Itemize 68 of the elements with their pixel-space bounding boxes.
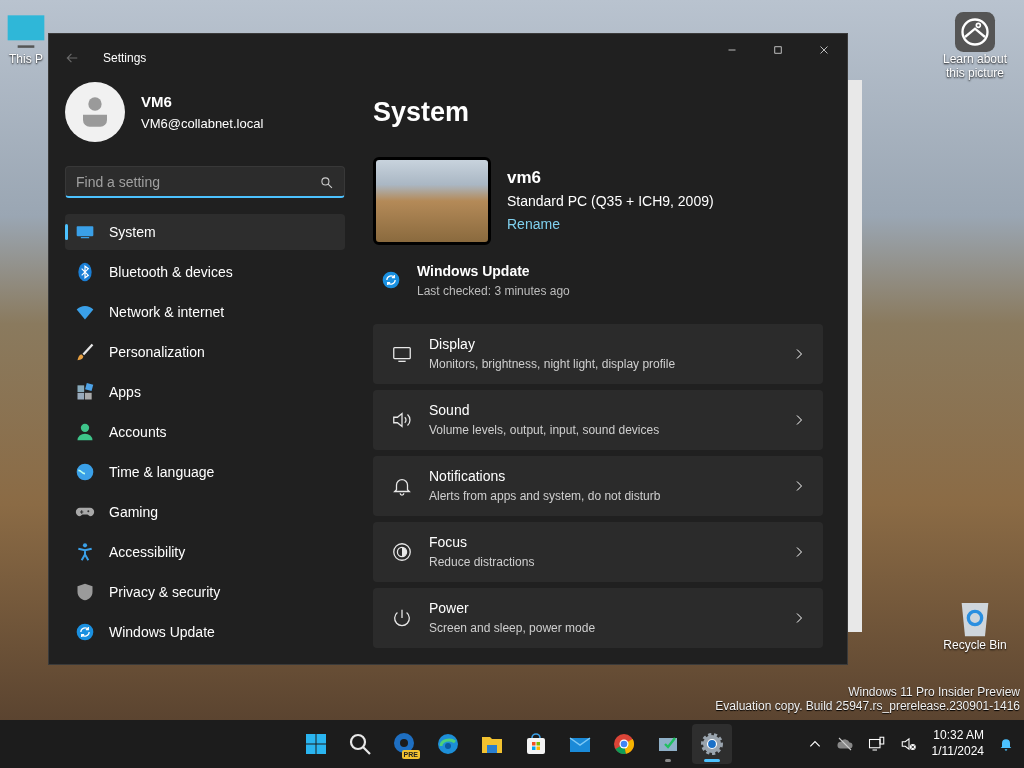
page-title: System (373, 96, 471, 129)
nav-item[interactable]: Personalization (65, 334, 345, 370)
settings-card[interactable]: Sound Volume levels, output, input, sound devices (373, 389, 823, 450)
nav-item[interactable]: Apps (65, 374, 345, 410)
maximize-icon (771, 43, 785, 57)
rename-link[interactable]: Rename (507, 215, 560, 232)
card-title: Focus (429, 533, 469, 552)
watermark-text: Windows 11 Pro Insider Preview (847, 685, 1020, 700)
settings-card[interactable]: Notifications Alerts from apps and system, do not disturb (373, 455, 823, 516)
user-name: VM6 (141, 92, 173, 112)
running-indicator (704, 759, 720, 762)
sync-icon[interactable] (381, 270, 401, 290)
nav-item[interactable]: System (65, 214, 345, 250)
desktop-icon-label[interactable]: Recycle Bin (943, 638, 1007, 653)
focus-icon (391, 540, 413, 563)
card-title: Power (429, 599, 470, 618)
shield-icon (75, 582, 95, 602)
network-computer-icon[interactable] (867, 735, 886, 753)
device-model: Standard PC (Q35 + ICH9, 2009) (507, 191, 714, 211)
person-icon (75, 422, 95, 442)
nav-item[interactable]: Time & language (65, 454, 345, 490)
taskbar-app-button[interactable] (692, 724, 732, 764)
globe-clock-icon (75, 462, 95, 482)
card-subtitle: Volume levels, output, input, sound devices (429, 422, 661, 439)
windows-logo-icon (304, 732, 328, 756)
nav-item[interactable]: Network & internet (65, 294, 345, 330)
nav-item[interactable]: Privacy & security (65, 574, 345, 610)
picture-icon[interactable] (954, 12, 996, 52)
card-title: Display (429, 335, 476, 354)
update-title[interactable]: Windows Update (417, 260, 570, 282)
settings-card[interactable]: Power Screen and sleep, power mode (373, 587, 823, 648)
user-email: VM6@collabnet.local (141, 114, 264, 133)
accessibility-icon (75, 542, 95, 562)
cloud-off-icon[interactable] (835, 735, 854, 753)
card-title: Sound (429, 401, 471, 420)
back-arrow-icon[interactable] (65, 51, 79, 65)
paintbrush-icon (75, 342, 95, 362)
browser-swirl-icon (392, 732, 416, 756)
gear-icon (700, 732, 724, 756)
speaker-muted-icon[interactable] (899, 735, 918, 753)
bluetooth-icon (75, 262, 95, 282)
bell-icon[interactable] (998, 736, 1014, 752)
browser-swirl-icon (436, 732, 460, 756)
card-title: Notifications (429, 467, 507, 486)
shopping-bag-icon (524, 732, 548, 756)
sync-icon (75, 622, 95, 642)
nav-item[interactable]: Bluetooth & devices (65, 254, 345, 290)
nav-item[interactable]: Windows Update (65, 614, 345, 650)
update-status: Last checked: 3 minutes ago (417, 282, 570, 300)
card-subtitle: Monitors, brightness, night light, display profile (429, 356, 677, 373)
settings-card[interactable]: Display Monitors, brightness, night light, display profile (373, 323, 823, 384)
running-indicator (665, 759, 671, 762)
nav-item[interactable]: Accounts (65, 414, 345, 450)
card-subtitle: Screen and sleep, power mode (429, 620, 597, 637)
watermark-text: Evaluation copy. Build 25947.rs_prerelease.230901-1416 (715, 699, 1020, 714)
nav-item[interactable]: Accessibility (65, 534, 345, 570)
card-subtitle: Alerts from apps and system, do not disturb (429, 488, 662, 505)
search-icon (348, 732, 372, 756)
apps-grid-icon (75, 382, 95, 402)
search-icon (320, 176, 333, 189)
window-title: Settings (103, 50, 147, 67)
nav-item[interactable]: Gaming (65, 494, 345, 530)
chrome-like-icon (612, 732, 636, 756)
clock-button[interactable]: 10:32 AM 1/11/2024 (931, 728, 984, 760)
search-field[interactable]: Find a setting (65, 166, 345, 198)
card-subtitle: Reduce distractions (429, 554, 536, 571)
device-name: vm6 (507, 167, 543, 190)
settings-card[interactable]: Focus Reduce distractions (373, 521, 823, 582)
